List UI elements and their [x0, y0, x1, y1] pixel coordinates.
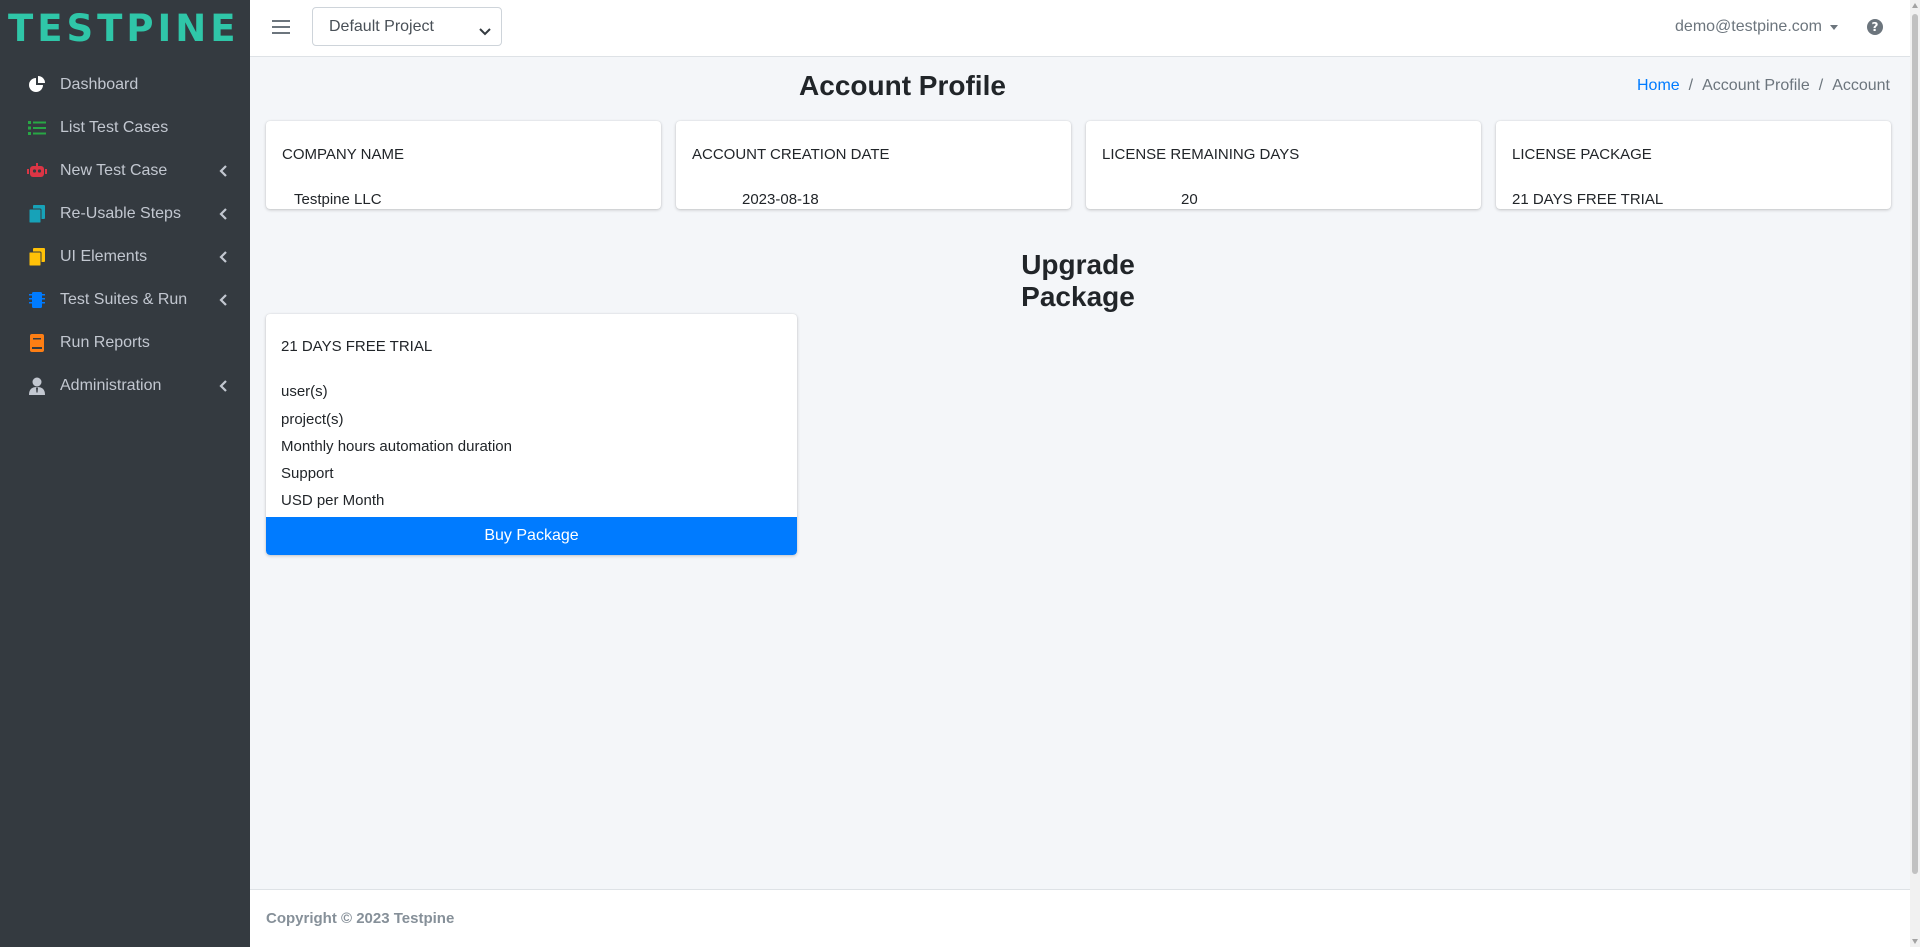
sidebar-nav: Dashboard List Test Cases New Test Case …: [0, 56, 250, 407]
question-circle-icon[interactable]: ?: [1867, 19, 1883, 35]
account-creation-date-card: ACCOUNT CREATION DATE 2023-08-18: [676, 121, 1071, 209]
card-value: Testpine LLC: [294, 191, 382, 208]
copyright-text: Copyright © 2023 Testpine: [266, 910, 455, 927]
sidebar-item-label: Run Reports: [60, 333, 150, 351]
breadcrumb: Home / Account Profile / Account: [1637, 77, 1890, 95]
page-scrollbar[interactable]: [1910, 0, 1920, 947]
card-value: 21 DAYS FREE TRIAL: [1512, 191, 1664, 208]
breadcrumb-separator: /: [1688, 77, 1694, 94]
sidebar-item-list-test-cases[interactable]: List Test Cases: [0, 106, 250, 149]
sidebar-item-label: New Test Case: [60, 161, 168, 179]
package-feature: Support: [281, 465, 334, 482]
upgrade-package-title: Upgrade Package: [1021, 249, 1135, 312]
sidebar-item-reusable-steps[interactable]: Re-Usable Steps: [0, 192, 250, 235]
breadcrumb-separator: /: [1818, 77, 1824, 94]
chevron-left-icon: [218, 250, 228, 264]
sidebar: TESTPINE Dashboard List Test Cases New T…: [0, 0, 250, 947]
project-select-value: Default Project: [329, 17, 434, 35]
sidebar-item-label: Administration: [60, 376, 162, 394]
scroll-down-arrow-icon[interactable]: [1912, 939, 1918, 944]
breadcrumb-home-link[interactable]: Home: [1637, 77, 1680, 95]
list-icon: [26, 118, 48, 138]
sidebar-item-label: UI Elements: [60, 247, 148, 265]
user-email: demo@testpine.com: [1675, 18, 1822, 35]
page-title: Account Profile: [799, 70, 1006, 101]
package-feature: Monthly hours automation duration: [281, 438, 512, 455]
license-remaining-days-card: LICENSE REMAINING DAYS 20: [1086, 121, 1481, 209]
card-label: COMPANY NAME: [282, 146, 404, 163]
chevron-down-icon: [479, 23, 491, 35]
sidebar-item-new-test-case[interactable]: New Test Case: [0, 149, 250, 192]
book-icon: [26, 333, 48, 353]
card-value: 2023-08-18: [742, 191, 819, 208]
sidebar-item-dashboard[interactable]: Dashboard: [0, 63, 250, 106]
sidebar-item-label: Test Suites & Run: [60, 290, 188, 308]
chevron-left-icon: [218, 164, 228, 178]
chevron-left-icon: [218, 293, 228, 307]
sidebar-item-administration[interactable]: Administration: [0, 364, 250, 407]
copy-icon: [26, 204, 48, 224]
chevron-left-icon: [218, 379, 228, 393]
footer: Copyright © 2023 Testpine: [250, 889, 1910, 947]
top-navbar: Default Project demo@testpine.com ?: [250, 0, 1910, 57]
card-label: LICENSE REMAINING DAYS: [1102, 146, 1300, 163]
files-icon: [26, 247, 48, 267]
package-name: 21 DAYS FREE TRIAL: [281, 338, 433, 355]
sidebar-item-ui-elements[interactable]: UI Elements: [0, 235, 250, 278]
brand-logo[interactable]: TESTPINE: [0, 0, 250, 56]
project-select[interactable]: Default Project: [312, 7, 502, 46]
microchip-icon: [26, 290, 48, 310]
caret-down-icon: [1830, 24, 1838, 30]
sidebar-item-label: Dashboard: [60, 75, 139, 93]
hamburger-menu-icon[interactable]: [272, 18, 290, 36]
sidebar-item-test-suites-run[interactable]: Test Suites & Run: [0, 278, 250, 321]
package-feature: project(s): [281, 411, 344, 428]
sidebar-item-label: List Test Cases: [60, 118, 169, 136]
package-feature: user(s): [281, 383, 328, 400]
chevron-left-icon: [218, 207, 228, 221]
card-value: 20: [1181, 191, 1198, 208]
scrollbar-thumb[interactable]: [1912, 14, 1918, 874]
scroll-up-arrow-icon[interactable]: [1912, 3, 1918, 8]
card-label: LICENSE PACKAGE: [1512, 146, 1652, 163]
sidebar-item-run-reports[interactable]: Run Reports: [0, 321, 250, 364]
pie-chart-icon: [26, 75, 48, 95]
package-price: USD per Month: [281, 492, 385, 509]
card-label: ACCOUNT CREATION DATE: [692, 146, 890, 163]
brand-name[interactable]: TESTPINE: [8, 7, 240, 50]
buy-package-button[interactable]: Buy Package: [266, 517, 797, 555]
breadcrumb-item-active: Account: [1832, 77, 1890, 94]
user-tie-icon: [26, 376, 48, 396]
company-name-card: COMPANY NAME Testpine LLC: [266, 121, 661, 209]
user-menu-dropdown[interactable]: demo@testpine.com: [1675, 18, 1838, 36]
sidebar-item-label: Re-Usable Steps: [60, 204, 181, 222]
robot-icon: [26, 161, 48, 181]
license-package-card: LICENSE PACKAGE 21 DAYS FREE TRIAL: [1496, 121, 1891, 209]
package-card: 21 DAYS FREE TRIAL user(s) project(s) Mo…: [266, 314, 797, 555]
breadcrumb-item: Account Profile: [1702, 77, 1810, 94]
